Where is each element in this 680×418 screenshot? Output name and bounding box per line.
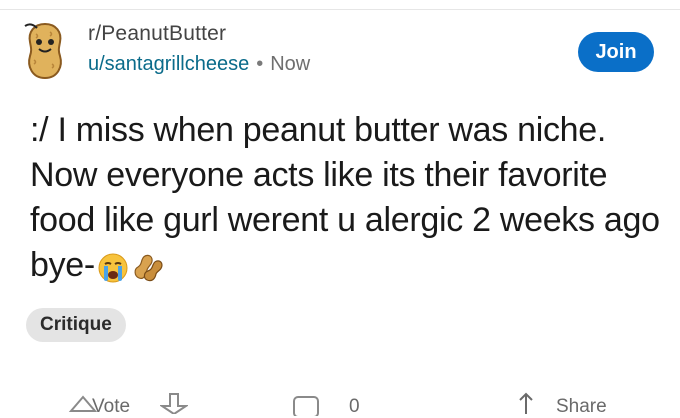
share-arrow-icon[interactable]: [516, 392, 536, 414]
author-username[interactable]: u/santagrillcheese: [88, 53, 249, 75]
share-label[interactable]: Share: [556, 396, 607, 418]
comment-icon[interactable]: [292, 394, 322, 416]
top-divider: [0, 9, 680, 10]
subreddit-avatar-icon[interactable]: [20, 20, 70, 82]
post-meta: u/santagrillcheese • Now: [88, 53, 310, 76]
join-button[interactable]: Join: [578, 32, 654, 72]
meta-separator: •: [256, 53, 264, 75]
post-body: :/ I miss when peanut butter was niche. …: [30, 108, 675, 296]
downvote-icon[interactable]: [160, 392, 188, 414]
post-timestamp: Now: [270, 53, 311, 75]
peanuts-icon: [131, 250, 165, 296]
comment-count: 0: [349, 396, 360, 417]
post-flair[interactable]: Critique: [26, 308, 126, 342]
subreddit-name[interactable]: r/PeanutButter: [88, 22, 226, 46]
vote-label: Vote: [92, 396, 131, 417]
crying-face-icon: [97, 251, 129, 296]
